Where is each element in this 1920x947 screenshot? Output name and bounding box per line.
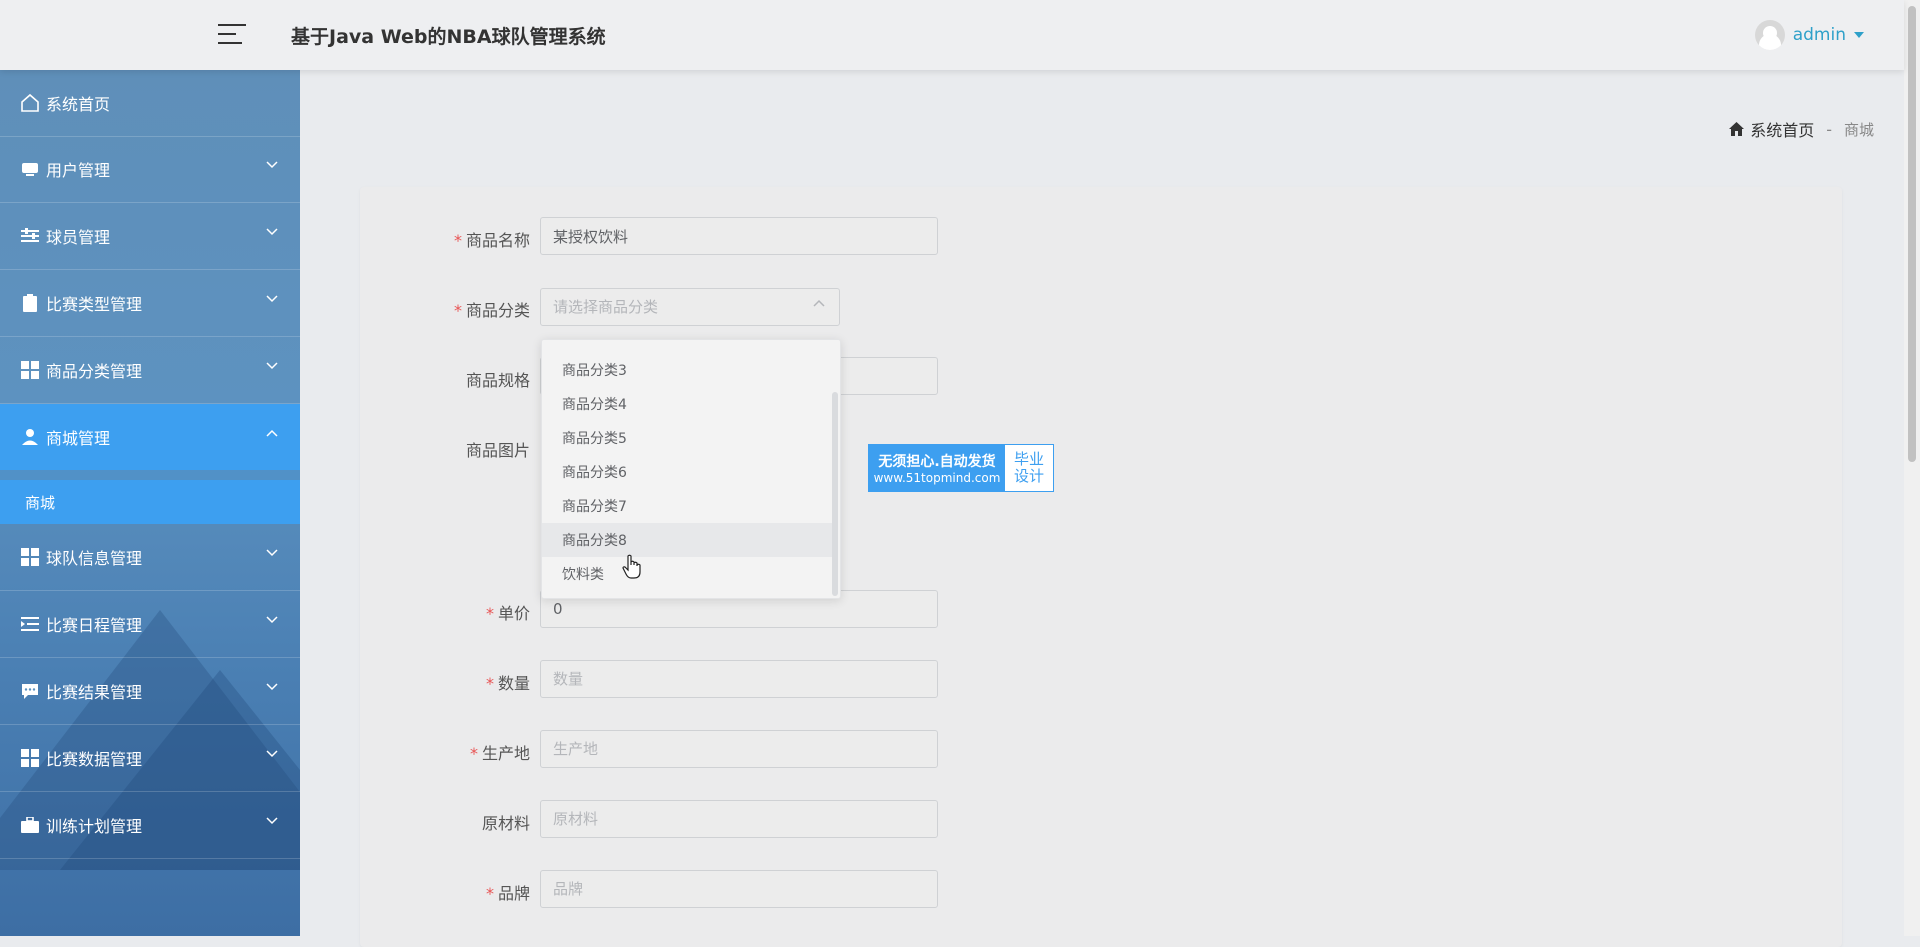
label-material: 原材料 — [481, 814, 530, 833]
dropdown-option[interactable]: 商品分类3 — [542, 353, 834, 387]
origin-input[interactable] — [540, 730, 938, 768]
sidebar-item-product-categories[interactable]: 商品分类管理 — [0, 337, 300, 404]
home-icon — [20, 93, 40, 113]
sidebar-item-label: 系统首页 — [46, 95, 111, 114]
sidebar-item-home[interactable]: 系统首页 — [0, 70, 300, 137]
sidebar-item-schedule[interactable]: 比赛日程管理 — [0, 591, 300, 658]
sidebar-item-users[interactable]: 用户管理 — [0, 136, 300, 203]
user-menu[interactable]: admin — [1754, 20, 1864, 50]
category-dropdown: 商品分类3 商品分类4 商品分类5 商品分类6 商品分类7 商品分类8 饮料类 — [541, 339, 841, 599]
brand-input[interactable] — [540, 870, 938, 908]
chevron-down-icon — [266, 228, 278, 236]
sidebar-item-players[interactable]: 球员管理 — [0, 203, 300, 270]
briefcase-icon — [20, 815, 40, 835]
product-name-input[interactable] — [540, 217, 938, 255]
label-brand: * 品牌 — [485, 884, 530, 903]
sidebar-item-label: 比赛结果管理 — [46, 683, 143, 702]
label-product-name: * 商品名称 — [453, 231, 530, 250]
hand-cursor-icon — [622, 554, 641, 579]
dropdown-option[interactable]: 商品分类5 — [542, 421, 834, 455]
breadcrumb-current: 商城 — [1843, 120, 1874, 139]
dropdown-scrollbar[interactable] — [832, 392, 838, 596]
quantity-input[interactable] — [540, 660, 938, 698]
sidebar-item-label: 用户管理 — [46, 161, 111, 180]
user-card-icon — [20, 159, 40, 179]
chevron-up-icon — [266, 429, 278, 437]
app-title: 基于Java Web的NBA球队管理系统 — [291, 26, 606, 48]
sidebar-item-label: 商品分类管理 — [46, 362, 143, 381]
scrollbar-thumb[interactable] — [1908, 6, 1916, 462]
product-category-select[interactable] — [540, 288, 840, 326]
chevron-up-icon — [813, 299, 825, 307]
sidebar-item-label: 商城管理 — [46, 429, 111, 448]
sidebar-item-training[interactable]: 训练计划管理 — [0, 792, 300, 859]
chevron-down-icon — [266, 549, 278, 557]
sliders-icon — [20, 226, 40, 246]
top-bar: 基于Java Web的NBA球队管理系统 admin — [0, 0, 1904, 70]
dropdown-option[interactable]: 商品分类7 — [542, 489, 834, 523]
chevron-down-icon — [266, 750, 278, 758]
sidebar: 系统首页 用户管理 球员管理 比赛类型管理 商品分类管理 商城管理 商城 球队信… — [0, 70, 300, 936]
sidebar-item-label: 比赛数据管理 — [46, 750, 143, 769]
breadcrumb-home[interactable]: 系统首页 — [1750, 117, 1814, 141]
banner-line1: 无须担心.自动发货 — [878, 454, 996, 470]
label-product-spec: 商品规格 — [465, 371, 530, 390]
list-indent-icon — [20, 614, 40, 634]
banner-right1: 毕业 — [1013, 450, 1044, 468]
username: admin — [1792, 25, 1846, 45]
submenu-spacer — [0, 470, 300, 480]
material-input[interactable] — [540, 800, 938, 838]
breadcrumb-separator: - — [1826, 119, 1832, 139]
sidebar-subitem-mall[interactable]: 商城 — [0, 480, 300, 524]
sidebar-item-label: 比赛类型管理 — [46, 295, 143, 314]
dropdown-option[interactable]: 饮料类 — [542, 557, 834, 591]
sidebar-item-label: 训练计划管理 — [46, 817, 143, 836]
banner-right2: 设计 — [1013, 467, 1044, 485]
chevron-down-icon — [266, 295, 278, 303]
sidebar-item-label: 比赛日程管理 — [46, 616, 143, 635]
dropdown-option[interactable]: 商品分类8 — [542, 523, 834, 557]
sidebar-item-team-info[interactable]: 球队信息管理 — [0, 524, 300, 591]
sidebar-item-match-types[interactable]: 比赛类型管理 — [0, 270, 300, 337]
comment-icon — [20, 681, 40, 701]
sidebar-item-mall[interactable]: 商城管理 — [0, 404, 300, 471]
breadcrumb: 系统首页 - 商城 — [1729, 117, 1874, 141]
sidebar-item-label: 球队信息管理 — [46, 549, 143, 568]
chevron-down-icon — [266, 817, 278, 825]
chevron-down-icon — [266, 362, 278, 370]
chevron-down-icon — [266, 161, 278, 169]
avatar — [1754, 20, 1785, 50]
dropdown-option[interactable]: 商品分类4 — [542, 387, 834, 421]
user-icon — [20, 427, 40, 447]
sidebar-subitem-label: 商城 — [25, 493, 56, 512]
label-price: * 单价 — [485, 604, 530, 623]
promo-banner: 无须担心.自动发货 www.51topmind.com 毕业 设计 — [868, 444, 1054, 492]
banner-line2: www.51topmind.com — [873, 471, 1001, 485]
sidebar-item-results[interactable]: 比赛结果管理 — [0, 658, 300, 725]
sidebar-item-label: 球员管理 — [46, 228, 111, 247]
grid-icon — [20, 360, 40, 380]
label-product-category: * 商品分类 — [453, 301, 530, 320]
chevron-down-icon — [266, 683, 278, 691]
page-scrollbar[interactable] — [1904, 0, 1920, 936]
label-quantity: * 数量 — [485, 674, 530, 693]
sidebar-item-match-data[interactable]: 比赛数据管理 — [0, 725, 300, 792]
chevron-down-icon — [266, 616, 278, 624]
home-icon — [1729, 122, 1745, 136]
grid-icon — [20, 547, 40, 567]
label-origin: * 生产地 — [469, 744, 530, 763]
label-product-image: 商品图片 — [465, 441, 530, 460]
menu-toggle-icon[interactable] — [218, 24, 246, 46]
caret-down-icon — [1854, 32, 1864, 38]
dropdown-option[interactable]: 商品分类6 — [542, 455, 834, 489]
grid-icon — [20, 748, 40, 768]
clipboard-icon — [20, 293, 40, 313]
